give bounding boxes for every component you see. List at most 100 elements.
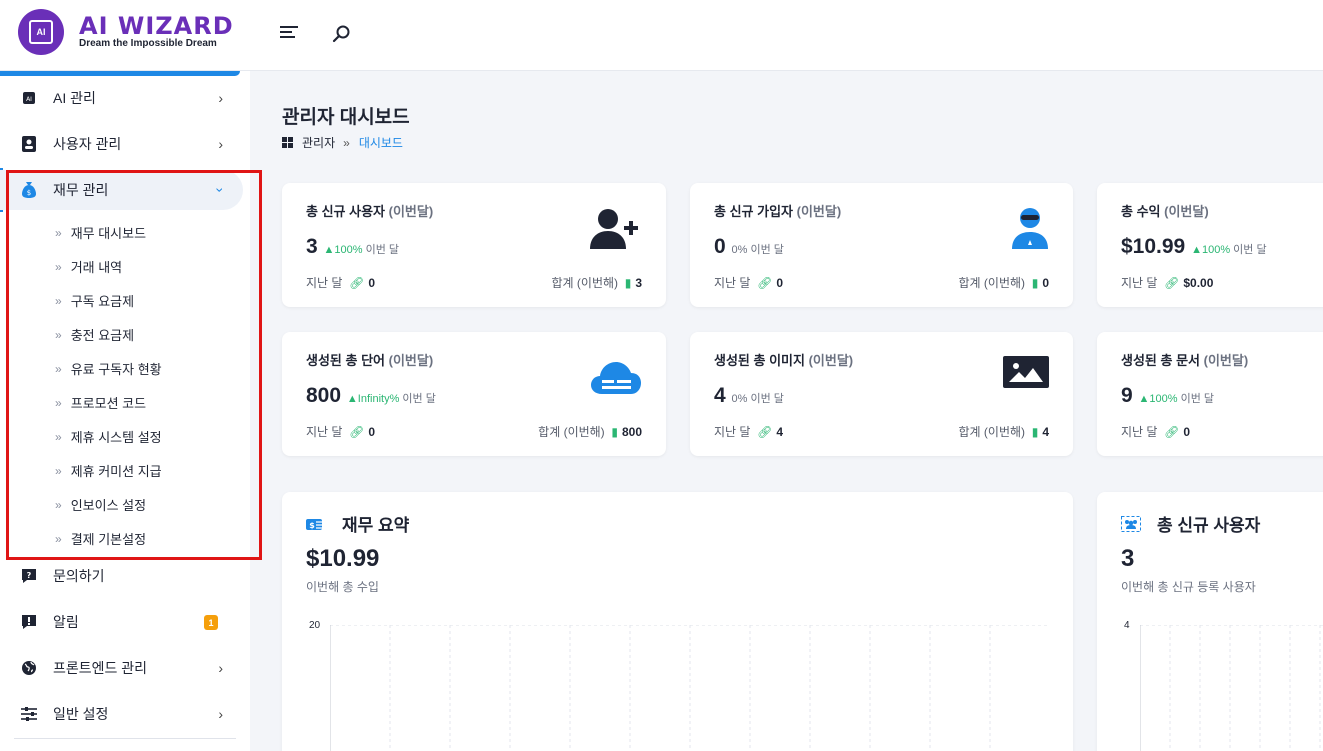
submenu-invoice-settings[interactable]: » 인보이스 설정 [55, 495, 146, 514]
submenu-affiliate-payouts[interactable]: » 제휴 커미션 지급 [55, 461, 162, 480]
double-chevron-icon: » [55, 463, 62, 478]
submenu-label: 프로모션 코드 [70, 396, 147, 411]
link-icon: 🔗︎ [349, 275, 365, 290]
submenu-label: 재무 대시보드 [70, 226, 147, 241]
double-chevron-icon: » [55, 361, 62, 376]
submenu-affiliate-settings[interactable]: » 제휴 시스템 설정 [55, 427, 162, 446]
breadcrumb-current: 대시보드 [358, 136, 403, 150]
sidebar-item-label: 재무 관리 [53, 182, 109, 198]
sliders-icon [20, 705, 38, 723]
card-change: 0% 이번 달 [731, 244, 784, 256]
finance-summary-sub: 이번해 총 수입 [306, 580, 379, 594]
card-change: ▲100% 이번 달 [1191, 244, 1267, 256]
submenu-finance-dashboard[interactable]: » 재무 대시보드 [55, 223, 146, 242]
user-plus-icon [590, 207, 642, 256]
contact-card-icon [20, 135, 38, 153]
chart-y-max-label: 20 [309, 620, 321, 631]
breadcrumb-root[interactable]: 관리자 [302, 134, 335, 151]
submenu-paid-subscribers[interactable]: » 유료 구독자 현황 [55, 359, 162, 378]
card-value: 0 0% 이번 달 [714, 235, 784, 258]
sidebar-scroll-indicator [0, 71, 240, 76]
bookmark-icon: ▮ [611, 424, 618, 439]
card-value: 9 ▲100% 이번 달 [1121, 384, 1215, 407]
globe-icon [20, 659, 38, 677]
card-year-total: 합계 (이번해) ▮ 4 [958, 424, 1050, 440]
sidebar-item-label: 문의하기 [53, 568, 105, 584]
sidebar-item-label: AI 관리 [53, 90, 96, 106]
chevron-right-icon: › [218, 90, 223, 106]
svg-text:$: $ [27, 189, 31, 197]
alert-bubble-icon [20, 613, 38, 631]
card-change: 0% 이번 달 [731, 393, 784, 405]
ai-chip-logo-icon: AI [29, 20, 53, 44]
bookmark-icon: ▮ [624, 275, 632, 290]
sidebar-item-label: 알림 [53, 614, 79, 630]
double-chevron-icon: » [55, 259, 62, 274]
svg-text:AI: AI [26, 96, 32, 103]
breadcrumb-separator: » [343, 135, 350, 150]
card-last-month: 지난 달 🔗︎ 0 [306, 275, 376, 291]
finance-chart [330, 625, 1050, 751]
submenu-label: 거래 내역 [70, 260, 123, 275]
svg-text:$: $ [309, 521, 315, 530]
submenu-label: 구독 요금제 [70, 294, 135, 309]
search-icon[interactable] [331, 24, 351, 49]
card-change: ▲Infinity% 이번 달 [346, 393, 436, 405]
link-icon: 🔗︎ [349, 424, 365, 439]
sidebar-item-notifications[interactable]: 알림 1 [0, 602, 245, 642]
submenu-label: 제휴 커미션 지급 [70, 464, 162, 479]
brand-tagline: Dream the Impossible Dream [79, 38, 217, 49]
sidebar-item-ai-management[interactable]: AI AI 관리 › [0, 78, 245, 118]
users-group-icon [1121, 515, 1141, 532]
stat-card-documents-generated: 생성된 총 문서 (이번달) 9 ▲100% 이번 달 지난 달 🔗︎ 0 [1097, 332, 1323, 456]
card-title: 총 신규 사용자 (이번달) [306, 204, 434, 219]
chart-y-max-label: 4 [1124, 620, 1130, 631]
dashboard-grid-icon [282, 137, 294, 148]
submenu-label: 충전 요금제 [70, 328, 135, 343]
submenu-prepaid-plans[interactable]: » 충전 요금제 [55, 325, 134, 344]
sidebar-item-support[interactable]: ? 문의하기 [0, 556, 245, 596]
bookmark-icon: ▮ [1031, 424, 1039, 439]
card-title: 생성된 총 단어 (이번달) [306, 353, 434, 368]
chevron-right-icon: › [218, 136, 223, 152]
link-icon: 🔗︎ [757, 275, 773, 290]
new-users-sub: 이번해 총 신규 등록 사용자 [1121, 580, 1256, 594]
card-year-total: 합계 (이번해) ▮ 3 [551, 275, 643, 291]
bookmark-icon: ▮ [1031, 275, 1039, 290]
ai-chip-icon: AI [20, 89, 38, 107]
submenu-transactions[interactable]: » 거래 내역 [55, 257, 122, 276]
brand-name: AI WIZARD [79, 12, 234, 40]
question-bubble-icon: ? [20, 567, 38, 585]
submenu-subscription-plans[interactable]: » 구독 요금제 [55, 291, 134, 310]
submenu-promo-codes[interactable]: » 프로모션 코드 [55, 393, 146, 412]
sidebar: AI AI 관리 › 사용자 관리 › $ 재무 관리 › » 재무 대시보드 »… [0, 71, 250, 751]
sidebar-item-user-management[interactable]: 사용자 관리 › [0, 124, 245, 164]
sidebar-item-frontend-management[interactable]: 프론트엔드 관리 › [0, 648, 245, 688]
notification-count-badge: 1 [204, 615, 218, 630]
brand-logo[interactable]: AI [18, 9, 64, 55]
sidebar-item-finance-management[interactable]: $ 재무 관리 › [0, 170, 243, 210]
card-change: ▲100% 이번 달 [1138, 393, 1215, 405]
card-title: 총 신규 가입자 (이번달) [714, 204, 842, 219]
card-value: 3 ▲100% 이번 달 [306, 235, 400, 258]
card-title: 총 수익 (이번달) [1121, 204, 1209, 219]
card-last-month: 지난 달 🔗︎ $0.00 [1121, 275, 1214, 291]
chevron-right-icon: › [218, 660, 223, 676]
image-icon [1003, 356, 1049, 393]
page-title: 관리자 대시보드 [282, 107, 410, 128]
stat-card-new-users: 총 신규 사용자 (이번달) 3 ▲100% 이번 달 지난 달 🔗︎ 0 합계 … [282, 183, 666, 307]
card-last-month: 지난 달 🔗︎ 4 [714, 424, 784, 440]
sidebar-item-general-settings[interactable]: 일반 설정 › [0, 694, 245, 734]
sidebar-divider [14, 738, 236, 739]
link-icon: 🔗︎ [1164, 275, 1180, 290]
chevron-down-icon: › [212, 187, 229, 193]
card-last-month: 지난 달 🔗︎ 0 [1121, 424, 1191, 440]
svg-text:?: ? [27, 571, 32, 580]
double-chevron-icon: » [55, 395, 62, 410]
card-title: 생성된 총 문서 (이번달) [1121, 353, 1249, 368]
double-chevron-icon: » [55, 327, 62, 342]
hamburger-icon[interactable] [280, 26, 298, 42]
submenu-payment-settings[interactable]: » 결제 기본설정 [55, 529, 146, 548]
sidebar-item-label: 사용자 관리 [53, 136, 122, 152]
new-users-value: 3 [1121, 545, 1135, 572]
